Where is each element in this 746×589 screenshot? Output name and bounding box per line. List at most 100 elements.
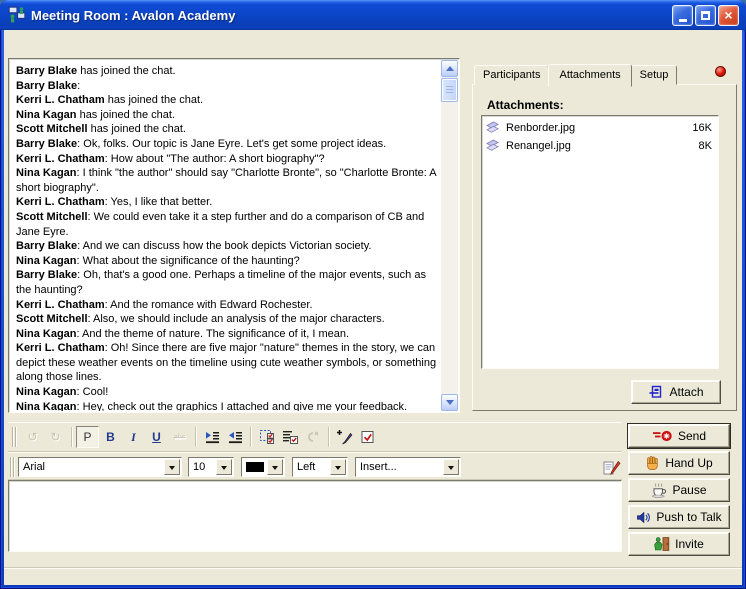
status-bar: [4, 568, 742, 585]
chat-text: : Yes, I like that better.: [105, 196, 213, 208]
scroll-thumb[interactable]: [441, 78, 458, 102]
title-bar: Meeting Room : Avalon Academy ×: [0, 0, 746, 30]
send-button-label: Send: [678, 429, 706, 443]
scroll-up-button[interactable]: [441, 60, 458, 77]
chat-author: Barry Blake: [16, 138, 77, 150]
underline-button[interactable]: U: [145, 426, 168, 448]
menu-item[interactable]: [72, 39, 88, 45]
attachment-row[interactable]: Renangel.jpg 8K: [484, 137, 716, 155]
select-objects-button[interactable]: [255, 426, 278, 448]
chat-author: Scott Mitchell: [16, 123, 88, 135]
strikethrough-icon: abc: [174, 434, 185, 441]
dropdown-arrow-icon[interactable]: [267, 459, 283, 475]
alignment-select[interactable]: Left: [292, 457, 348, 477]
dropdown-arrow-icon[interactable]: [330, 459, 346, 475]
spellcheck-icon: [360, 429, 376, 445]
insert-value: Insert...: [356, 461, 442, 473]
attach-button-label: Attach: [669, 385, 703, 399]
undo-button[interactable]: ↺: [21, 426, 44, 448]
chat-message: Nina Kagan: And the theme of nature. The…: [16, 327, 437, 342]
outdent-icon: [227, 429, 243, 445]
dropdown-arrow-icon[interactable]: [443, 459, 459, 475]
minimize-button[interactable]: [672, 5, 693, 26]
push-to-talk-button[interactable]: Push to Talk: [628, 505, 730, 529]
toolbar-grip-handle[interactable]: [12, 427, 17, 447]
chat-author: Barry Blake: [16, 269, 77, 281]
chat-author: Nina Kagan: [16, 109, 77, 121]
attach-button[interactable]: Attach: [631, 380, 721, 404]
spellcheck-button[interactable]: [356, 426, 379, 448]
attachment-size: 8K: [699, 140, 712, 152]
chat-message: Barry Blake: Ok, folks. Our topic is Jan…: [16, 137, 437, 152]
chat-text: has joined the chat.: [88, 123, 186, 135]
menu-item[interactable]: [40, 39, 56, 45]
font-size-select[interactable]: 10: [188, 457, 234, 477]
coffee-cup-icon: [651, 482, 667, 498]
tab-attachments[interactable]: Attachments: [548, 64, 631, 87]
tab-setup[interactable]: Setup: [631, 65, 678, 85]
scroll-down-button[interactable]: [441, 394, 458, 411]
chat-author: Kerri L. Chatham: [16, 299, 105, 311]
menu-item[interactable]: [104, 39, 120, 45]
toolbar-grip-handle[interactable]: [10, 457, 15, 477]
menu-item[interactable]: [24, 39, 40, 45]
chat-message: Nina Kagan: Cool!: [16, 385, 437, 400]
insert-select[interactable]: Insert...: [355, 457, 461, 477]
dropdown-arrow-icon[interactable]: [164, 459, 180, 475]
indent-button[interactable]: [200, 426, 223, 448]
chat-message: Barry Blake: And we can discuss how the …: [16, 239, 437, 254]
bold-button[interactable]: B: [99, 426, 122, 448]
chat-text: : And we can discuss how the book depict…: [77, 240, 371, 252]
superscript-button[interactable]: [301, 426, 324, 448]
chat-message: Nina Kagan: Hey, check out the graphics …: [16, 400, 437, 411]
italic-icon: I: [131, 430, 136, 445]
chat-text: has joined the chat.: [77, 65, 175, 77]
redo-button[interactable]: ↻: [44, 426, 67, 448]
chat-author: Nina Kagan: [16, 255, 77, 267]
chat-message: Kerri L. Chatham: Oh! Since there are fi…: [16, 341, 437, 385]
add-annotation-button[interactable]: [333, 426, 356, 448]
checklist-button[interactable]: [278, 426, 301, 448]
font-color-select[interactable]: [241, 457, 285, 477]
edit-note-icon: [602, 460, 621, 476]
edit-note-button[interactable]: [600, 458, 622, 478]
paragraph-style-button[interactable]: P: [76, 426, 99, 448]
client-area: Barry Blake has joined the chat.Barry Bl…: [4, 30, 742, 585]
chat-author: Scott Mitchell: [16, 313, 88, 325]
dropdown-arrow-icon[interactable]: [216, 459, 232, 475]
arrow-down-icon: [446, 400, 454, 409]
pause-button[interactable]: Pause: [628, 478, 730, 502]
menu-item[interactable]: [56, 39, 72, 45]
send-icon: [652, 429, 673, 443]
chat-message: Scott Mitchell: Also, we should include …: [16, 312, 437, 327]
chat-author: Nina Kagan: [16, 401, 77, 411]
toolbar-separator: [195, 427, 196, 447]
chat-author: Barry Blake: [16, 65, 77, 77]
outdent-button[interactable]: [223, 426, 246, 448]
toolbar-separator: [250, 427, 251, 447]
menu-item[interactable]: [8, 39, 24, 45]
invite-button[interactable]: Invite: [628, 532, 730, 556]
hand-up-button[interactable]: Hand Up: [628, 451, 730, 475]
message-input[interactable]: [8, 480, 622, 552]
meeting-app-icon: [8, 6, 26, 24]
send-button[interactable]: Send: [628, 424, 730, 448]
tab-participants[interactable]: Participants: [474, 65, 549, 85]
menu-item[interactable]: [88, 39, 104, 45]
italic-button[interactable]: I: [122, 426, 145, 448]
font-family-select[interactable]: Arial: [18, 457, 182, 477]
maximize-icon: [701, 11, 710, 20]
selection-box-icon: [259, 429, 275, 445]
strikethrough-button[interactable]: abc: [168, 426, 191, 448]
chat-text: : How about "The author: A short biograp…: [105, 153, 325, 165]
attachment-list: Renborder.jpg 16K Renangel.jpg 8K: [481, 115, 719, 369]
attachment-row[interactable]: Renborder.jpg 16K: [484, 119, 716, 137]
attachments-label: Attachments:: [487, 98, 564, 112]
speaker-icon: [636, 510, 651, 525]
close-button[interactable]: ×: [718, 5, 739, 26]
recording-indicator-dot: [715, 66, 726, 77]
maximize-button[interactable]: [695, 5, 716, 26]
chat-scrollbar[interactable]: [441, 60, 458, 411]
menu-bar: [4, 30, 742, 54]
chat-text: : And the theme of nature. The significa…: [77, 328, 350, 340]
